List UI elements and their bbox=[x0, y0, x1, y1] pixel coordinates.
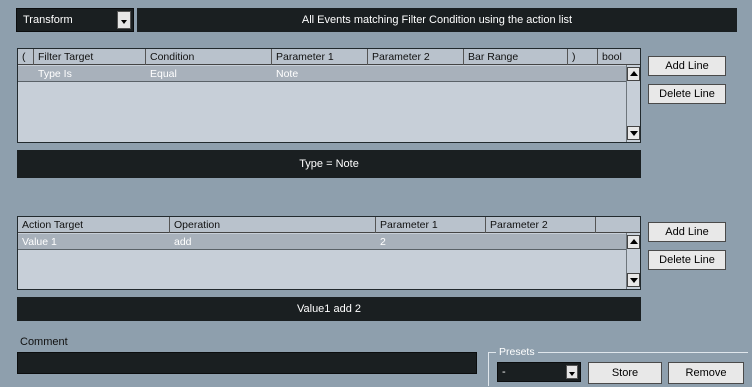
action-list-table: Action Target Operation Parameter 1 Para… bbox=[17, 216, 641, 290]
action-table-row[interactable]: Value 1 add 2 bbox=[18, 234, 626, 250]
action-row-operation[interactable]: add bbox=[170, 234, 376, 250]
filter-row-paren-close[interactable] bbox=[568, 66, 598, 82]
preset-remove-button[interactable]: Remove bbox=[668, 362, 744, 384]
action-row-target[interactable]: Value 1 bbox=[18, 234, 170, 250]
filter-table-row[interactable]: Type Is Equal Note bbox=[18, 66, 626, 82]
scroll-down-icon[interactable] bbox=[627, 273, 640, 287]
filter-col-bar-range[interactable]: Bar Range bbox=[464, 49, 568, 65]
filter-col-paren-open[interactable]: ( bbox=[18, 49, 34, 65]
filter-row-condition[interactable]: Equal bbox=[146, 66, 272, 82]
presets-select[interactable]: - bbox=[497, 362, 581, 382]
action-scrollbar[interactable] bbox=[626, 233, 640, 289]
filter-row-paren-open[interactable] bbox=[18, 66, 34, 82]
comment-label: Comment bbox=[20, 336, 68, 348]
filter-col-target[interactable]: Filter Target bbox=[34, 49, 146, 65]
action-add-line-button[interactable]: Add Line bbox=[648, 222, 726, 242]
chevron-down-icon[interactable] bbox=[566, 365, 578, 379]
chevron-down-icon[interactable] bbox=[117, 11, 131, 29]
filter-scrollbar[interactable] bbox=[626, 65, 640, 142]
presets-legend: Presets bbox=[496, 346, 538, 358]
scroll-up-icon[interactable] bbox=[627, 67, 640, 81]
scroll-down-icon[interactable] bbox=[627, 126, 640, 140]
presets-select-value: - bbox=[502, 366, 506, 378]
action-table-header: Action Target Operation Parameter 1 Para… bbox=[18, 217, 640, 233]
action-summary: Value1 add 2 bbox=[17, 297, 641, 321]
action-col-target[interactable]: Action Target bbox=[18, 217, 170, 233]
action-col-operation[interactable]: Operation bbox=[170, 217, 376, 233]
action-delete-line-button[interactable]: Delete Line bbox=[648, 250, 726, 270]
transform-mode-select[interactable]: Transform bbox=[16, 8, 134, 32]
action-col-param2[interactable]: Parameter 2 bbox=[486, 217, 596, 233]
action-col-empty bbox=[596, 217, 640, 233]
filter-row-bar-range[interactable] bbox=[464, 66, 568, 82]
filter-row-param2[interactable] bbox=[368, 66, 464, 82]
filter-condition-table: ( Filter Target Condition Parameter 1 Pa… bbox=[17, 48, 641, 143]
filter-summary: Type = Note bbox=[17, 150, 641, 178]
filter-delete-line-button[interactable]: Delete Line bbox=[648, 84, 726, 104]
scroll-up-icon[interactable] bbox=[627, 235, 640, 249]
action-col-param1[interactable]: Parameter 1 bbox=[376, 217, 486, 233]
function-description: All Events matching Filter Condition usi… bbox=[137, 8, 737, 32]
filter-col-param2[interactable]: Parameter 2 bbox=[368, 49, 464, 65]
action-row-param2[interactable] bbox=[486, 234, 596, 250]
filter-table-header: ( Filter Target Condition Parameter 1 Pa… bbox=[18, 49, 640, 65]
filter-row-target[interactable]: Type Is bbox=[34, 66, 146, 82]
mode-select-value: Transform bbox=[23, 14, 73, 26]
filter-add-line-button[interactable]: Add Line bbox=[648, 56, 726, 76]
action-row-param1[interactable]: 2 bbox=[376, 234, 486, 250]
filter-col-param1[interactable]: Parameter 1 bbox=[272, 49, 368, 65]
filter-col-bool[interactable]: bool bbox=[598, 49, 640, 65]
filter-row-param1[interactable]: Note bbox=[272, 66, 368, 82]
filter-col-condition[interactable]: Condition bbox=[146, 49, 272, 65]
comment-field[interactable] bbox=[17, 352, 477, 374]
preset-store-button[interactable]: Store bbox=[588, 362, 662, 384]
filter-col-paren-close[interactable]: ) bbox=[568, 49, 598, 65]
